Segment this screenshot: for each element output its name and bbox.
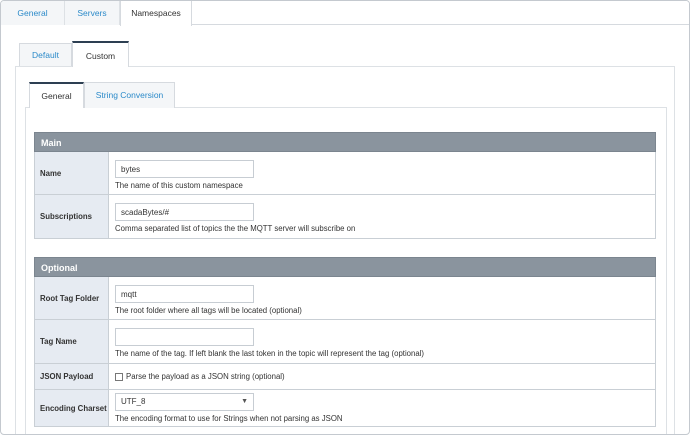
inner-tab-general[interactable]: General — [29, 82, 84, 108]
subtab-custom[interactable]: Custom — [72, 41, 129, 67]
tag-name-cell: The name of the tag. If left blank the l… — [109, 320, 655, 363]
subscriptions-row: Subscriptions Comma separated list of to… — [34, 195, 656, 239]
encoding-charset-cell: UTF_8 ▼ The encoding format to use for S… — [109, 390, 655, 426]
tab-general[interactable]: General — [1, 1, 65, 25]
root-tag-folder-input[interactable] — [115, 285, 254, 303]
main-section-header: Main — [34, 132, 656, 152]
root-tag-folder-help: The root folder where all tags will be l… — [115, 306, 302, 315]
name-field-cell: The name of this custom namespace — [109, 152, 655, 194]
root-tag-folder-label: Root Tag Folder — [35, 277, 109, 319]
json-payload-label: JSON Payload — [35, 364, 109, 389]
tag-name-row: Tag Name The name of the tag. If left bl… — [34, 320, 656, 364]
name-row: Name The name of this custom namespace — [34, 152, 656, 195]
subscriptions-field-cell: Comma separated list of topics the the M… — [109, 195, 655, 238]
json-payload-checkbox[interactable] — [115, 372, 123, 381]
main-section: Main Name The name of this custom namesp… — [34, 132, 656, 239]
app-frame: General Servers Namespaces Default Custo… — [0, 0, 690, 435]
tab-servers[interactable]: Servers — [65, 1, 120, 25]
tab-namespaces[interactable]: Namespaces — [120, 1, 192, 26]
top-tab-bar: General Servers Namespaces — [1, 1, 689, 26]
inner-tab-string-conversion[interactable]: String Conversion — [84, 82, 175, 108]
encoding-charset-select[interactable]: UTF_8 ▼ — [115, 393, 254, 411]
name-input[interactable] — [115, 160, 254, 178]
encoding-charset-row: Encoding Charset UTF_8 ▼ The encoding fo… — [34, 390, 656, 427]
encoding-charset-value: UTF_8 — [121, 397, 146, 406]
json-payload-cell: Parse the payload as a JSON string (opti… — [109, 364, 655, 389]
tag-name-input[interactable] — [115, 328, 254, 346]
optional-section-header: Optional — [34, 257, 656, 277]
root-tag-folder-row: Root Tag Folder The root folder where al… — [34, 277, 656, 320]
optional-section: Optional Root Tag Folder The root folder… — [34, 257, 656, 427]
subscriptions-input[interactable] — [115, 203, 254, 221]
subtab-default[interactable]: Default — [19, 43, 72, 67]
name-help: The name of this custom namespace — [115, 181, 243, 190]
json-payload-row: JSON Payload Parse the payload as a JSON… — [34, 364, 656, 390]
name-label: Name — [35, 152, 109, 194]
encoding-charset-help: The encoding format to use for Strings w… — [115, 414, 343, 423]
tag-name-help: The name of the tag. If left blank the l… — [115, 349, 425, 358]
subscriptions-help: Comma separated list of topics the the M… — [115, 224, 356, 233]
json-payload-option: Parse the payload as a JSON string (opti… — [115, 364, 655, 389]
chevron-down-icon: ▼ — [241, 398, 248, 405]
subscriptions-label: Subscriptions — [35, 195, 109, 238]
encoding-charset-label: Encoding Charset — [35, 390, 109, 426]
root-tag-folder-cell: The root folder where all tags will be l… — [109, 277, 655, 319]
tag-name-label: Tag Name — [35, 320, 109, 363]
json-payload-checkbox-label: Parse the payload as a JSON string (opti… — [126, 372, 285, 381]
